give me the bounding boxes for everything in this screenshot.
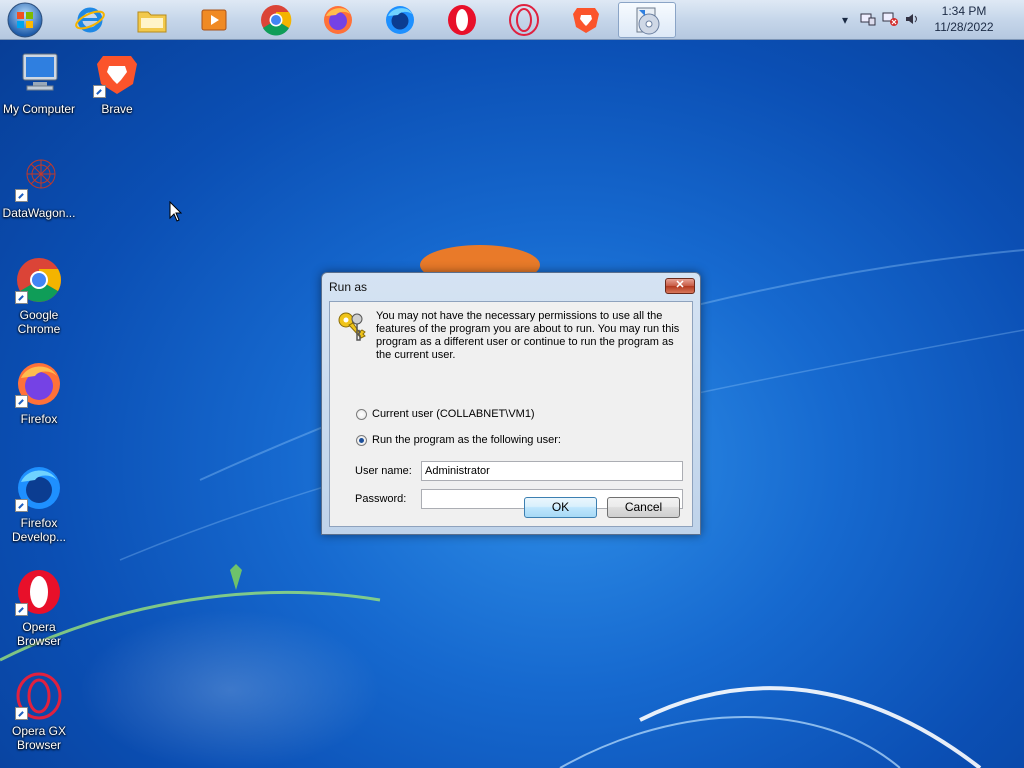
- radio-following-user-label: Run the program as the following user:: [372, 434, 561, 446]
- dialog-title: Run as: [329, 280, 368, 294]
- desktop-icon-opera-browser[interactable]: Opera Browser: [0, 568, 78, 648]
- desktop-icon-google-chrome[interactable]: Google Chrome: [0, 256, 78, 336]
- firefox-icon: [324, 6, 352, 34]
- taskbar-firefox-developer[interactable]: [372, 2, 428, 38]
- permission-message: You may not have the necessary permissio…: [376, 310, 680, 361]
- keys-icon: [338, 312, 366, 341]
- desktop-icon-label: Brave: [101, 102, 133, 116]
- desktop-icon-label: Opera Browser: [16, 620, 61, 648]
- cancel-button[interactable]: Cancel: [607, 497, 680, 518]
- opera-gx-icon: [509, 4, 539, 36]
- taskbar-brave[interactable]: [558, 2, 614, 38]
- run-as-dialog: Run as ✕ You may not have the necessary …: [321, 272, 701, 535]
- desktop-icon-label: Firefox Develop...: [11, 516, 67, 544]
- taskbar-chrome[interactable]: [248, 2, 304, 38]
- radio-button-current[interactable]: [356, 408, 367, 420]
- close-button[interactable]: ✕: [665, 278, 695, 294]
- shortcut-arrow-icon: [93, 85, 106, 98]
- shortcut-arrow-icon: [15, 707, 28, 720]
- taskbar-internet-explorer[interactable]: [62, 2, 118, 38]
- windows-start-orb-icon: [7, 2, 43, 38]
- start-button[interactable]: [6, 1, 44, 39]
- shortcut-arrow-icon: [15, 499, 28, 512]
- desktop-icon-opera-gx-browser[interactable]: Opera GX Browser: [0, 672, 78, 752]
- radio-following-user[interactable]: Run the program as the following user:: [356, 434, 561, 446]
- action-center-icon[interactable]: [860, 12, 876, 29]
- shortcut-arrow-icon: [15, 291, 28, 304]
- chrome-icon: [15, 256, 63, 304]
- brave-icon: [93, 50, 141, 98]
- brave-icon: [573, 8, 599, 33]
- desktop-icon-label: Firefox: [20, 412, 58, 426]
- taskbar-file-explorer[interactable]: [124, 2, 180, 38]
- computer-icon: [15, 50, 63, 98]
- opera-gx-icon: [15, 672, 63, 720]
- firefox-developer-icon: [386, 6, 414, 34]
- desktop-icon-my-computer[interactable]: My Computer: [0, 50, 78, 116]
- ok-button[interactable]: OK: [524, 497, 597, 518]
- network-disconnected-icon[interactable]: [882, 12, 898, 29]
- clock[interactable]: 1:34 PM 11/28/2022: [924, 3, 1004, 35]
- opera-icon: [15, 568, 63, 616]
- desktop-icon-firefox-developer[interactable]: Firefox Develop...: [0, 464, 78, 544]
- firefox-icon: [15, 360, 63, 408]
- desktop-icon-firefox[interactable]: Firefox: [0, 360, 78, 426]
- radio-current-user-label: Current user (COLLABNET\VM1): [372, 408, 535, 420]
- shortcut-arrow-icon: [15, 395, 28, 408]
- taskbar: ▾ 1:34 PM 11/28/2022: [0, 0, 1024, 40]
- firefox-developer-icon: [15, 464, 63, 512]
- desktop-icon-label: Opera GX Browser: [11, 724, 67, 752]
- mouse-cursor-icon: [169, 201, 183, 222]
- media-player-icon: [201, 9, 227, 31]
- radio-current-user[interactable]: Current user (COLLABNET\VM1): [356, 408, 535, 420]
- taskbar-run-as-setup[interactable]: [618, 2, 676, 38]
- show-hidden-icons-icon[interactable]: ▾: [842, 13, 848, 27]
- desktop-icon-label: Google Chrome: [17, 308, 61, 336]
- file-explorer-icon: [137, 11, 167, 33]
- internet-explorer-icon: [75, 7, 105, 33]
- clock-date: 11/28/2022: [934, 20, 994, 34]
- shortcut-arrow-icon: [15, 189, 28, 202]
- shortcut-arrow-icon: [15, 603, 28, 616]
- username-label: User name:: [355, 465, 412, 477]
- datawagon-icon: [15, 154, 63, 202]
- desktop-icon-label: DataWagon...: [2, 206, 76, 220]
- system-tray: ▾ 1:34 PM 11/28/2022: [834, 0, 1024, 40]
- desktop-icon-brave[interactable]: Brave: [78, 50, 156, 116]
- taskbar-opera-gx[interactable]: [496, 2, 552, 38]
- clock-time: 1:34 PM: [941, 4, 987, 18]
- desktop-icon-label: My Computer: [2, 102, 76, 116]
- password-label: Password:: [355, 493, 407, 505]
- taskbar-firefox[interactable]: [310, 2, 366, 38]
- taskbar-opera[interactable]: [434, 2, 490, 38]
- volume-icon[interactable]: [904, 12, 920, 29]
- radio-button-following[interactable]: [356, 434, 367, 446]
- opera-icon: [448, 5, 476, 35]
- dialog-body: You may not have the necessary permissio…: [329, 301, 693, 527]
- desktop-icon-datawagon[interactable]: DataWagon...: [0, 154, 78, 220]
- taskbar-media-player[interactable]: [186, 2, 242, 38]
- chrome-icon: [261, 5, 292, 36]
- username-field[interactable]: [421, 461, 683, 481]
- setup-disc-icon: [636, 7, 660, 35]
